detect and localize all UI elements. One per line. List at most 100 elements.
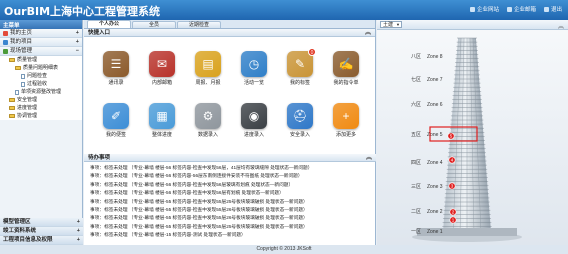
sidebar-item-site-wrap: 现场管理	[3, 47, 32, 56]
collapse-icon[interactable]: −	[76, 47, 79, 56]
discipline-select[interactable]: 土建 ▼	[380, 21, 402, 28]
mail-icon	[506, 6, 512, 12]
issue-marker[interactable]: 2	[449, 208, 457, 216]
quick-entry-item[interactable]: ✉ 内部邮箱	[142, 51, 182, 86]
tab-personal-office[interactable]: 个人办公	[87, 20, 131, 28]
main-panel: 个人办公 全员 近期检查 快捷入口 ︽ ☰ 通讯录 ✉ 内部邮箱 ▤ 周报、月报 ◷ 活动一览 ✎…	[84, 20, 376, 245]
company-site-link[interactable]: 企业网站	[469, 5, 499, 13]
tree-item-label: 问题检查	[27, 73, 48, 79]
quick-entry-label: 我的便签	[105, 132, 126, 138]
tree-item[interactable]: 进度管理	[0, 104, 82, 112]
collapse-icon[interactable]: ︽	[365, 29, 371, 37]
zone-label: Zone 3	[427, 184, 443, 190]
order-icon[interactable]: ✍	[333, 51, 359, 77]
todo-item[interactable]: 事项：标签未处理 （专业-幕墙 楼层-56 标签内容-检查中发现56层玻璃有划痕…	[90, 181, 376, 189]
folder-icon	[9, 57, 15, 63]
mail-icon[interactable]: ✉	[149, 51, 175, 77]
tree-item[interactable]: 质量问题明细表	[0, 64, 82, 72]
quick-entry-title-text: 快捷入口	[88, 30, 111, 36]
quick-entry-item[interactable]: ⚙ 数据录入	[188, 103, 228, 138]
zone-name: 三区	[411, 184, 421, 190]
collapse-icon[interactable]: ︽	[366, 154, 372, 162]
sidebar-bottom: 模型管理区 + 竣工资料系统 + 工程项目信息及权限 +	[0, 218, 83, 245]
quick-entry-item[interactable]: ▤ 周报、月报	[188, 51, 228, 86]
project-icon	[3, 40, 8, 45]
address-book-icon[interactable]: ☰	[103, 51, 129, 77]
expand-icon[interactable]: +	[77, 227, 80, 236]
todo-item[interactable]: 事项：标签未处理 （专业-幕墙 楼层-55 标签内容-检查中发现55层26号板块…	[90, 206, 376, 214]
note-icon[interactable]: ✐	[103, 103, 129, 129]
tree-item[interactable]: 问题检查	[0, 72, 82, 80]
tree-item-label: 质量问题明细表	[23, 65, 59, 71]
sidebar-item-label: 我的项目	[10, 39, 33, 45]
quick-entry-label: 安全录入	[289, 132, 310, 138]
company-mail-link[interactable]: 企业邮箱	[506, 5, 536, 13]
quick-entry-label: 进度录入	[243, 132, 264, 138]
quick-entry-label: 通讯录	[108, 80, 124, 86]
folder-icon	[9, 105, 15, 111]
tree-item-label: 过程验收	[27, 81, 48, 87]
quick-entry-label: 添加更多	[335, 132, 356, 138]
quick-entry-item[interactable]: ◷ 活动一览	[234, 51, 274, 86]
tree-item[interactable]: 安全管理	[0, 96, 82, 104]
sidebar-item-projects[interactable]: 我的项目 +	[0, 38, 82, 47]
tree-item[interactable]: 质量管理	[0, 56, 82, 64]
tab-recent-checks[interactable]: 近期检查	[177, 21, 221, 28]
quick-entry-item[interactable]: ✍ 我的指令单	[326, 51, 366, 86]
document-icon	[21, 81, 25, 87]
tag-icon[interactable]: ✎ 0	[287, 48, 316, 77]
folder-icon	[9, 113, 15, 119]
tree-item[interactable]: 单项资源整改管理	[0, 88, 82, 96]
sidebar-item-site[interactable]: 现场管理 −	[0, 47, 82, 56]
quick-entry-item[interactable]: ✎ 0 我的标签	[280, 48, 320, 86]
zone-name: 四区	[411, 160, 421, 166]
tree-item[interactable]: 协调管理	[0, 112, 82, 120]
issue-marker[interactable]: 3	[448, 182, 456, 190]
todo-item[interactable]: 事项：标签未处理 （专业-幕墙 楼层-55 标签内容-检查中发现55层26号板块…	[90, 214, 376, 222]
expand-icon[interactable]: +	[76, 29, 79, 38]
zone-label: Zone 2	[427, 209, 443, 215]
quick-entry-item[interactable]: + 添加更多	[326, 103, 366, 138]
expand-icon[interactable]: +	[77, 236, 80, 245]
issue-marker[interactable]: 1	[449, 216, 457, 224]
quick-entry-item[interactable]: ☰ 通讯录	[96, 51, 136, 86]
sidebar-item-archive[interactable]: 竣工资料系统 +	[0, 227, 83, 236]
data-entry-icon[interactable]: ⚙	[195, 103, 221, 129]
todo-item[interactable]: 事项：标签未处理 （专业-幕墙 楼层-56 标签内容-检查中发现56层，41层均…	[90, 164, 376, 172]
sidebar-item-permissions[interactable]: 工程项目信息及权限 +	[0, 236, 83, 245]
quick-entry-item[interactable]: ◉ 进度录入	[234, 103, 274, 138]
progress-entry-icon[interactable]: ◉	[241, 103, 267, 129]
sidebar-tree: 质量管理 质量问题明细表问题检查过程验收 单项资源整改管理 安全管理 进度管理 协调管理	[0, 56, 82, 120]
todo-item[interactable]: 事项：标签未处理 （专业-幕墙 楼层-56 标签内容-56层东南侧连接件安装不符…	[90, 172, 376, 180]
logout-icon	[543, 6, 549, 12]
issue-marker[interactable]: 5	[447, 132, 455, 140]
tab-bar: 个人办公 全员 近期检查	[84, 20, 375, 29]
activity-icon[interactable]: ◷	[241, 51, 267, 77]
collapse-icon[interactable]: ︽	[558, 21, 564, 30]
quick-entry-item[interactable]: ⛑ 安全录入	[280, 103, 320, 138]
issue-marker[interactable]: 4	[448, 156, 456, 164]
zone-label: Zone 8	[427, 54, 443, 60]
company-mail-label: 企业邮箱	[513, 7, 536, 13]
quick-entry-item[interactable]: ✐ 我的便签	[96, 103, 136, 138]
quick-entry-item[interactable]: ▦ 整体进度	[142, 103, 182, 138]
expand-icon[interactable]: +	[76, 38, 79, 47]
expand-icon[interactable]: +	[77, 218, 80, 227]
schedule-icon[interactable]: ▦	[149, 103, 175, 129]
zone-label: Zone 1	[427, 229, 443, 235]
document-icon	[21, 73, 25, 79]
tab-all-staff[interactable]: 全员	[132, 21, 176, 28]
report-icon[interactable]: ▤	[195, 51, 221, 77]
safety-entry-icon[interactable]: ⛑	[287, 103, 313, 129]
tree-item[interactable]: 过程验收	[0, 80, 82, 88]
logout-link[interactable]: 退出	[543, 5, 562, 13]
plus-icon[interactable]: +	[333, 103, 359, 129]
sidebar-item-model[interactable]: 模型管理区 +	[0, 218, 83, 227]
sidebar-item-home[interactable]: 我的主页 +	[0, 29, 82, 38]
chevron-down-icon: ▼	[396, 22, 400, 27]
tower-model-view[interactable]: 八区 Zone 8 七区 Zone 7 六区 Zone 6 五区 Zone 5 四区 Zone 4…	[377, 30, 568, 245]
todo-item[interactable]: 事项：标签未处理 （专业-幕墙 楼层-15 标签内容-测试 处理状态—新问题）	[90, 231, 376, 239]
todo-item[interactable]: 事项：标签未处理 （专业-幕墙 楼层-56 标签内容-检查中发现56层有划痕 处…	[90, 189, 376, 197]
todo-item[interactable]: 事项：标签未处理 （专业-幕墙 楼层-55 标签内容-检查中发现55层25号板块…	[90, 223, 376, 231]
todo-item[interactable]: 事项：标签未处理 （专业-幕墙 楼层-55 标签内容-检查中发现55层25号板块…	[90, 198, 376, 206]
